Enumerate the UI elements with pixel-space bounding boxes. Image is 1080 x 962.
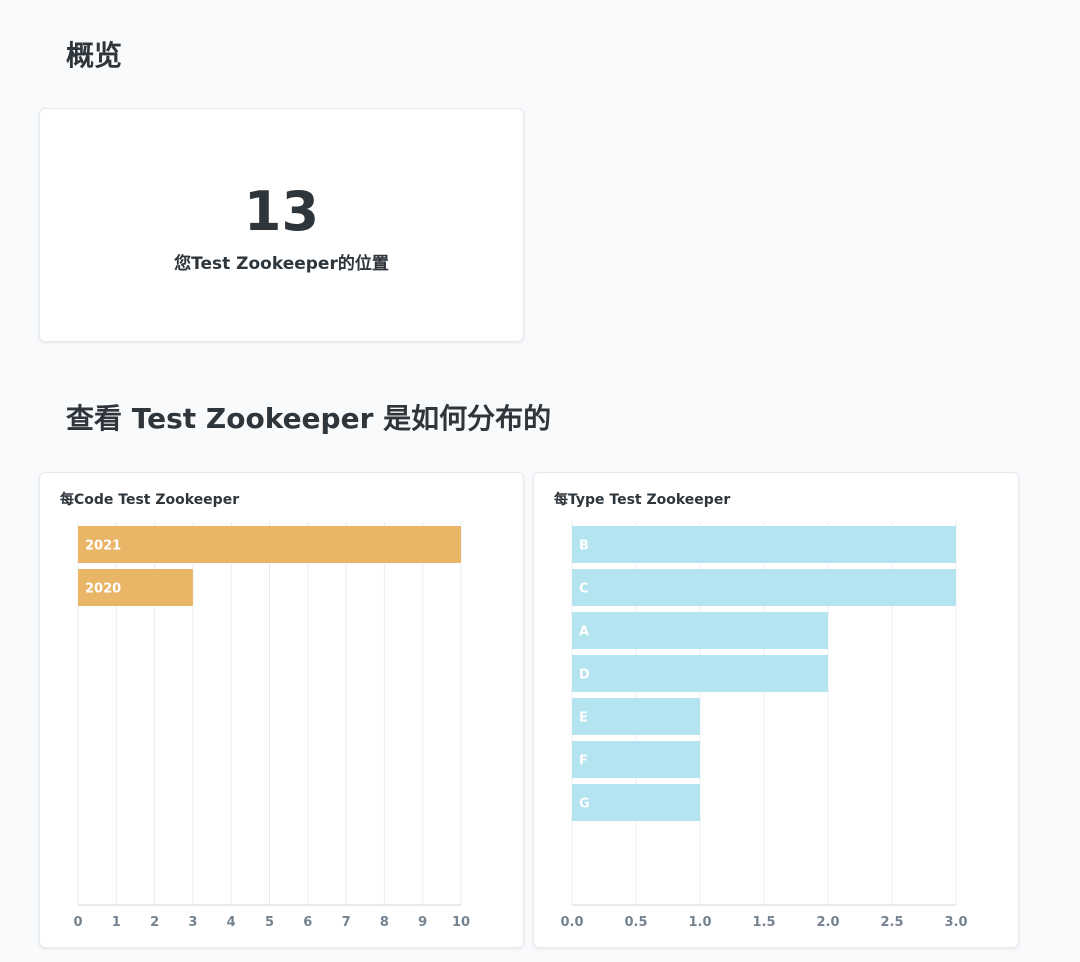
code-tick-label: 3 [188,915,197,930]
type-tick-label: 2.0 [816,915,839,930]
code-tick-label: 9 [418,915,427,930]
type-bar[interactable] [572,784,700,821]
code-tick-label: 8 [380,915,389,930]
type-tick-label: 2.5 [880,915,903,930]
type-tick-label: 1.5 [752,915,775,930]
type-bar[interactable] [572,655,828,692]
type-bar-label: E [579,711,588,726]
overview-heading: 概览 [66,39,123,72]
code-tick-label: 6 [303,915,312,930]
code-tick-label: 5 [265,915,274,930]
code-chart-card[interactable]: 每Code Test Zookeeper 0 1 2 3 4 5 6 7 8 9 10 2021 202… [39,472,524,948]
type-bar-label: C [579,582,589,597]
code-tick-label: 2 [150,915,159,930]
type-bar[interactable] [572,526,956,563]
scalar-value: 13 [243,180,320,243]
code-bar[interactable] [78,526,461,563]
type-bar[interactable] [572,698,700,735]
type-tick-label: 1.0 [688,915,711,930]
scalar-label: 您Test Zookeeper的位置 [174,254,389,274]
code-bar-label: 2020 [85,582,121,597]
code-tick-label: 7 [342,915,351,930]
type-bar-label: D [579,668,590,683]
type-bar-label: G [579,797,590,812]
type-chart-card[interactable]: 每Type Test Zookeeper 0.0 0.5 1.0 1.5 2.0 2.5 3… [533,472,1019,948]
scalar-card[interactable]: 13 您Test Zookeeper的位置 [39,108,524,342]
type-tick-label: 0.5 [624,915,647,930]
type-bar-label: A [579,625,589,640]
type-tick-label: 0.0 [560,915,583,930]
code-tick-label: 10 [452,915,470,930]
type-tick-label: 3.0 [944,915,967,930]
code-tick-label: 1 [112,915,121,930]
code-chart: 0 1 2 3 4 5 6 7 8 9 10 2021 2020 [73,521,470,930]
type-bar[interactable] [572,741,700,778]
code-bar-label: 2021 [85,539,121,554]
type-chart: 0.0 0.5 1.0 1.5 2.0 2.5 3.0 B C A D E F G [560,521,968,930]
code-tick-label: 4 [227,915,236,930]
type-bar-label: F [579,754,588,769]
type-bar-label: B [579,539,589,554]
code-tick-label: 0 [73,915,82,930]
type-bar[interactable] [572,612,828,649]
type-bar[interactable] [572,569,956,606]
distribution-heading: 查看 Test Zookeeper 是如何分布的 [66,402,552,435]
